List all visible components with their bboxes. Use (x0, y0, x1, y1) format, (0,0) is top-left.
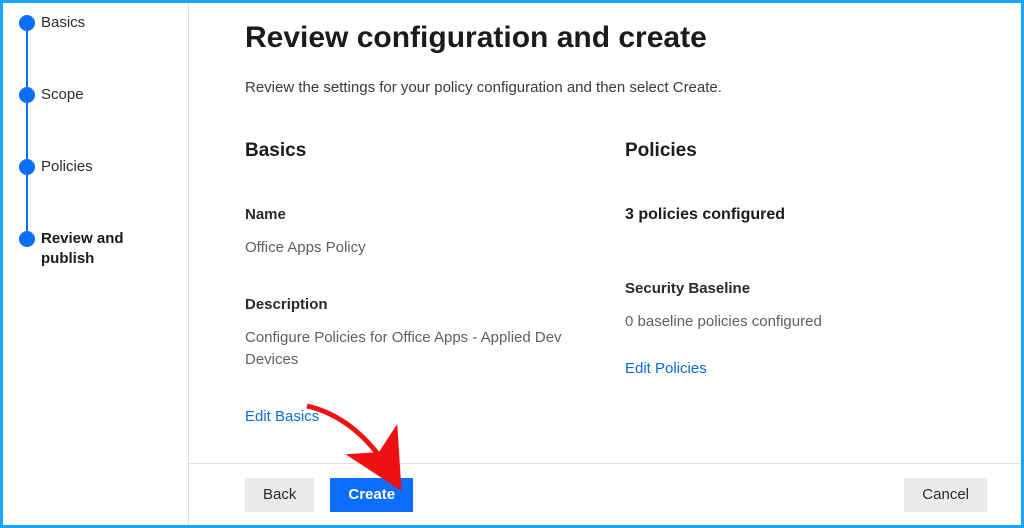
wizard-steps-nav: Basics Scope Policies Review and publish (3, 3, 189, 525)
create-button[interactable]: Create (330, 478, 413, 512)
step-connector (26, 175, 28, 231)
name-label: Name (245, 206, 585, 223)
step-connector (26, 103, 28, 159)
page-title: Review configuration and create (245, 21, 965, 55)
basics-section: Basics Name Office Apps Policy Descripti… (245, 140, 585, 426)
main-pane: Review configuration and create Review t… (189, 3, 1021, 525)
step-label: Basics (41, 13, 85, 33)
basics-heading: Basics (245, 140, 585, 162)
edit-policies-link[interactable]: Edit Policies (625, 360, 707, 377)
policies-section: Policies 3 policies configured Security … (625, 140, 965, 426)
step-dot-icon (19, 87, 35, 103)
edit-basics-link[interactable]: Edit Basics (245, 408, 319, 425)
policies-configured-count: 3 policies configured (625, 206, 965, 224)
description-label: Description (245, 296, 585, 313)
security-baseline-label: Security Baseline (625, 280, 965, 297)
step-connector (26, 31, 28, 87)
footer-actions: Back Create Cancel (189, 463, 1021, 525)
page-subtitle: Review the settings for your policy conf… (245, 79, 965, 96)
step-scope[interactable]: Scope (11, 85, 188, 157)
step-dot-icon (19, 231, 35, 247)
step-policies[interactable]: Policies (11, 157, 188, 229)
step-label: Policies (41, 157, 93, 177)
viewport: Basics Scope Policies Review and publish… (0, 0, 1024, 528)
step-label: Review and publish (41, 229, 176, 270)
step-label: Scope (41, 85, 84, 105)
step-basics[interactable]: Basics (11, 13, 188, 85)
security-baseline-value: 0 baseline policies configured (625, 313, 965, 330)
back-button[interactable]: Back (245, 478, 314, 512)
content-scroll[interactable]: Review configuration and create Review t… (189, 3, 1021, 463)
step-dot-icon (19, 159, 35, 175)
step-dot-icon (19, 15, 35, 31)
policies-heading: Policies (625, 140, 965, 162)
name-value: Office Apps Policy (245, 237, 585, 260)
step-review-publish[interactable]: Review and publish (11, 229, 188, 279)
cancel-button[interactable]: Cancel (904, 478, 987, 512)
description-value: Configure Policies for Office Apps - App… (245, 327, 585, 372)
